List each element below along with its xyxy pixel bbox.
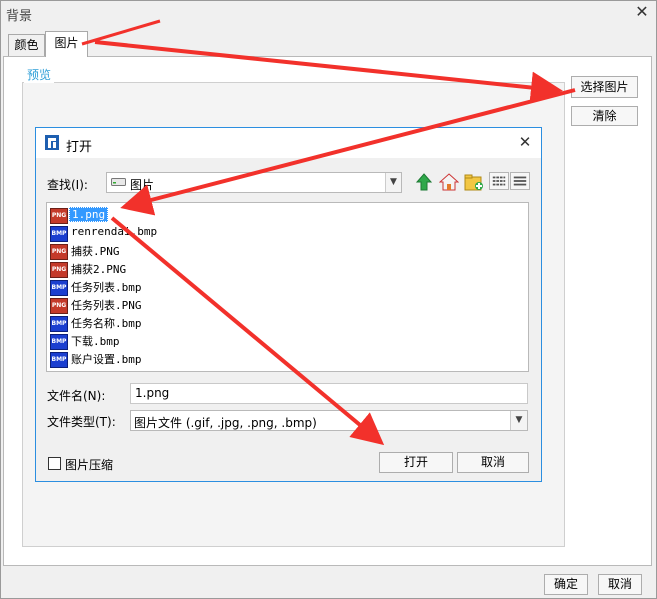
tab-color[interactable]: 颜色 bbox=[8, 34, 45, 56]
file-name: renrendai.bmp bbox=[71, 225, 158, 238]
file-list-item[interactable]: PNG 捕获.PNG bbox=[50, 242, 250, 260]
bmp-file-icon: BMP bbox=[50, 280, 68, 296]
look-in-value: 图片 bbox=[130, 178, 155, 192]
up-folder-icon[interactable] bbox=[414, 172, 434, 192]
file-type-chevron-down-icon[interactable]: ▼ bbox=[510, 411, 527, 430]
bmp-file-icon: BMP bbox=[50, 316, 68, 332]
bmp-file-icon: BMP bbox=[50, 352, 68, 368]
png-file-icon: PNG bbox=[50, 262, 68, 278]
file-list-item[interactable]: BMP 任务名称.bmp bbox=[50, 314, 250, 332]
choose-image-button[interactable]: 选择图片 bbox=[571, 76, 638, 98]
file-type-value: 图片文件 (.gif, .jpg, .png, .bmp) bbox=[134, 416, 317, 430]
open-dialog-titlebar bbox=[36, 128, 541, 158]
file-name-input[interactable]: 1.png bbox=[130, 383, 528, 404]
file-list-item[interactable]: BMP 任务列表.bmp bbox=[50, 278, 250, 296]
look-in-label: 查找(I): bbox=[47, 178, 88, 192]
file-list-item[interactable]: BMP renrendai.bmp bbox=[50, 224, 250, 242]
compress-label: 图片压缩 bbox=[65, 458, 114, 472]
drive-icon bbox=[111, 178, 126, 186]
home-icon[interactable] bbox=[439, 172, 459, 192]
details-view-icon[interactable] bbox=[510, 172, 530, 190]
ok-button[interactable]: 确定 bbox=[544, 574, 588, 595]
file-list-item[interactable]: BMP 下载.bmp bbox=[50, 332, 250, 350]
png-file-icon: PNG bbox=[50, 208, 68, 224]
close-icon[interactable]: ✕ bbox=[632, 2, 652, 22]
file-list-item[interactable]: PNG 1.png bbox=[50, 206, 250, 224]
open-dialog-cancel-button[interactable]: 取消 bbox=[457, 452, 529, 473]
file-list-item[interactable]: PNG 任务列表.PNG bbox=[50, 296, 250, 314]
dialog-title: 背景 bbox=[6, 9, 33, 24]
png-file-icon: PNG bbox=[50, 244, 68, 260]
file-name: 任务名称.bmp bbox=[71, 317, 142, 330]
file-name-label: 文件名(N): bbox=[47, 389, 106, 403]
file-name: 捕获.PNG bbox=[71, 245, 120, 258]
tab-image[interactable]: 图片 bbox=[45, 31, 88, 57]
bmp-file-icon: BMP bbox=[50, 226, 68, 242]
file-name: 账户设置.bmp bbox=[71, 353, 142, 366]
file-name: 捕获2.PNG bbox=[71, 263, 127, 276]
open-dialog-close-icon[interactable]: ✕ bbox=[516, 132, 534, 152]
png-file-icon: PNG bbox=[50, 298, 68, 314]
chevron-down-icon[interactable]: ▼ bbox=[385, 173, 401, 192]
bmp-file-icon: BMP bbox=[50, 334, 68, 350]
file-type-label: 文件类型(T): bbox=[47, 415, 116, 429]
file-list-item[interactable]: BMP 账户设置.bmp bbox=[50, 350, 250, 368]
open-dialog-title: 打开 bbox=[66, 140, 93, 155]
file-name: 任务列表.bmp bbox=[71, 281, 142, 294]
preview-label: 预览 bbox=[24, 66, 55, 83]
new-folder-icon[interactable] bbox=[464, 172, 484, 192]
clear-button[interactable]: 清除 bbox=[571, 106, 638, 126]
cancel-button[interactable]: 取消 bbox=[598, 574, 642, 595]
file-list-item[interactable]: PNG 捕获2.PNG bbox=[50, 260, 250, 278]
compress-checkbox[interactable] bbox=[48, 457, 61, 470]
file-name: 任务列表.PNG bbox=[71, 299, 142, 312]
open-button[interactable]: 打开 bbox=[379, 452, 453, 473]
app-logo-icon bbox=[45, 135, 59, 150]
file-name: 1.png bbox=[69, 207, 109, 222]
list-view-icon[interactable] bbox=[489, 172, 509, 190]
file-name: 下载.bmp bbox=[71, 335, 120, 348]
